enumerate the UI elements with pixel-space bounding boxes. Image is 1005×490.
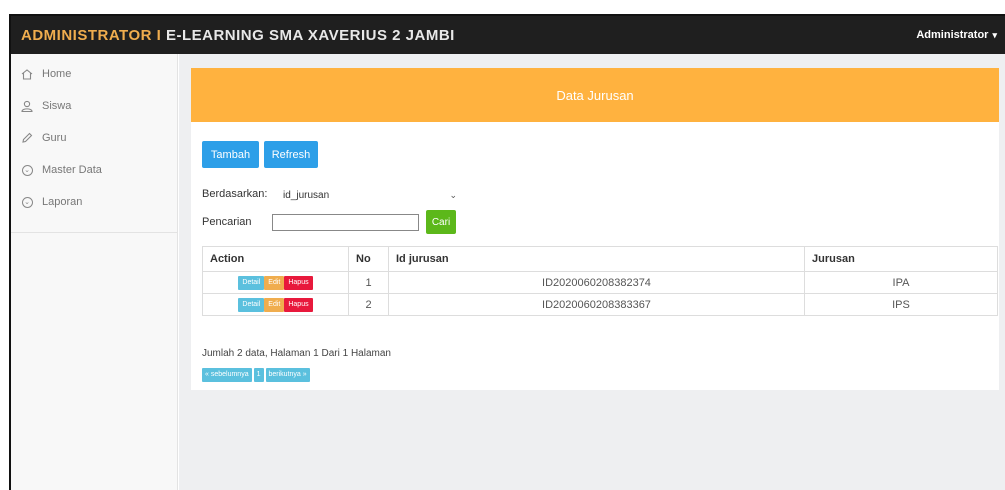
sidebar-item-label: Home [42, 68, 72, 80]
refresh-button[interactable]: Refresh [264, 141, 318, 168]
action-cell: Detail Edit Hapus [202, 293, 349, 316]
cell-jurusan: IPA [804, 271, 998, 294]
edit-button[interactable]: Edit [264, 275, 285, 290]
cell-id-jurusan: ID2020060208383367 [388, 293, 805, 316]
table-row: Detail Edit Hapus 2 ID2020060208383367 IPS [202, 293, 998, 316]
sidebar-item-label: Master Data [42, 164, 102, 176]
app-window: ADMINISTRATOR I E-LEARNING SMA XAVERIUS … [9, 14, 1005, 490]
brand-title[interactable]: ADMINISTRATOR I E-LEARNING SMA XAVERIUS … [21, 27, 455, 44]
top-navbar: ADMINISTRATOR I E-LEARNING SMA XAVERIUS … [11, 16, 1005, 54]
sidebar-item-label: Siswa [42, 100, 72, 112]
brand-rest: E-LEARNING SMA XAVERIUS 2 JAMBI [165, 26, 455, 44]
data-panel: Data Jurusan Tambah Refresh Berdasarkan:… [191, 68, 999, 390]
filter-label: Berdasarkan: [202, 188, 268, 200]
cell-id-jurusan: ID2020060208382374 [388, 271, 805, 294]
cell-no: 2 [348, 293, 389, 316]
detail-button[interactable]: Detail [238, 297, 265, 312]
chevron-down-icon: ⌄ [449, 189, 457, 200]
filter-select[interactable]: id_jurusan ⌄ [277, 185, 463, 205]
filter-selected-value: id_jurusan [283, 189, 330, 201]
user-icon [20, 99, 34, 113]
page-1-button[interactable]: 1 [253, 368, 264, 382]
home-icon [20, 67, 34, 81]
pencil-icon [20, 131, 34, 145]
action-cell: Detail Edit Hapus [202, 271, 349, 294]
cari-button[interactable]: Cari [426, 210, 456, 234]
sidebar-item-label: Laporan [42, 196, 83, 208]
chevron-circle-icon: ⌄ [20, 163, 34, 177]
search-input[interactable] [272, 214, 419, 231]
user-menu[interactable]: Administrator ▾ [916, 29, 997, 41]
search-label: Pencarian [202, 216, 252, 228]
pagination-summary: Jumlah 2 data, Halaman 1 Dari 1 Halaman [202, 348, 391, 359]
sidebar-item-guru[interactable]: Guru [11, 122, 177, 154]
table-header-row: Action No Id jurusan Jurusan [202, 246, 998, 272]
sidebar-item-label: Guru [42, 132, 67, 144]
user-menu-label: Administrator [916, 29, 989, 41]
caret-down-icon: ▾ [992, 29, 997, 40]
edit-button[interactable]: Edit [264, 297, 285, 312]
panel-title: Data Jurusan [191, 68, 999, 122]
sidebar-item-master-data[interactable]: ⌄ Master Data [11, 154, 177, 186]
pagination: « sebelumnya 1 berikutnya » [202, 368, 310, 382]
next-page-button[interactable]: berikutnya » [265, 368, 310, 382]
brand-accent: ADMINISTRATOR I [21, 26, 162, 44]
sidebar: Home Siswa Guru ⌄ Master Data ⌄ Laporan [11, 54, 178, 490]
hapus-button[interactable]: Hapus [284, 297, 313, 312]
tambah-button[interactable]: Tambah [202, 141, 259, 168]
column-header-id-jurusan: Id jurusan [388, 246, 805, 272]
sidebar-item-home[interactable]: Home [11, 58, 177, 90]
chevron-circle-icon: ⌄ [20, 195, 34, 209]
main-content: Data Jurusan Tambah Refresh Berdasarkan:… [179, 54, 1005, 490]
hapus-button[interactable]: Hapus [284, 275, 313, 290]
sidebar-item-siswa[interactable]: Siswa [11, 90, 177, 122]
prev-page-button[interactable]: « sebelumnya [202, 368, 252, 382]
column-header-jurusan: Jurusan [804, 246, 998, 272]
jurusan-table: Action No Id jurusan Jurusan Detail Edit H… [202, 246, 998, 316]
sidebar-item-laporan[interactable]: ⌄ Laporan [11, 186, 177, 218]
column-header-action: Action [202, 246, 349, 272]
detail-button[interactable]: Detail [238, 275, 265, 290]
column-header-no: No [348, 246, 389, 272]
sidebar-menu: Home Siswa Guru ⌄ Master Data ⌄ Laporan [11, 54, 177, 233]
cell-jurusan: IPS [804, 293, 998, 316]
table-row: Detail Edit Hapus 1 ID2020060208382374 IPA [202, 271, 998, 294]
cell-no: 1 [348, 271, 389, 294]
